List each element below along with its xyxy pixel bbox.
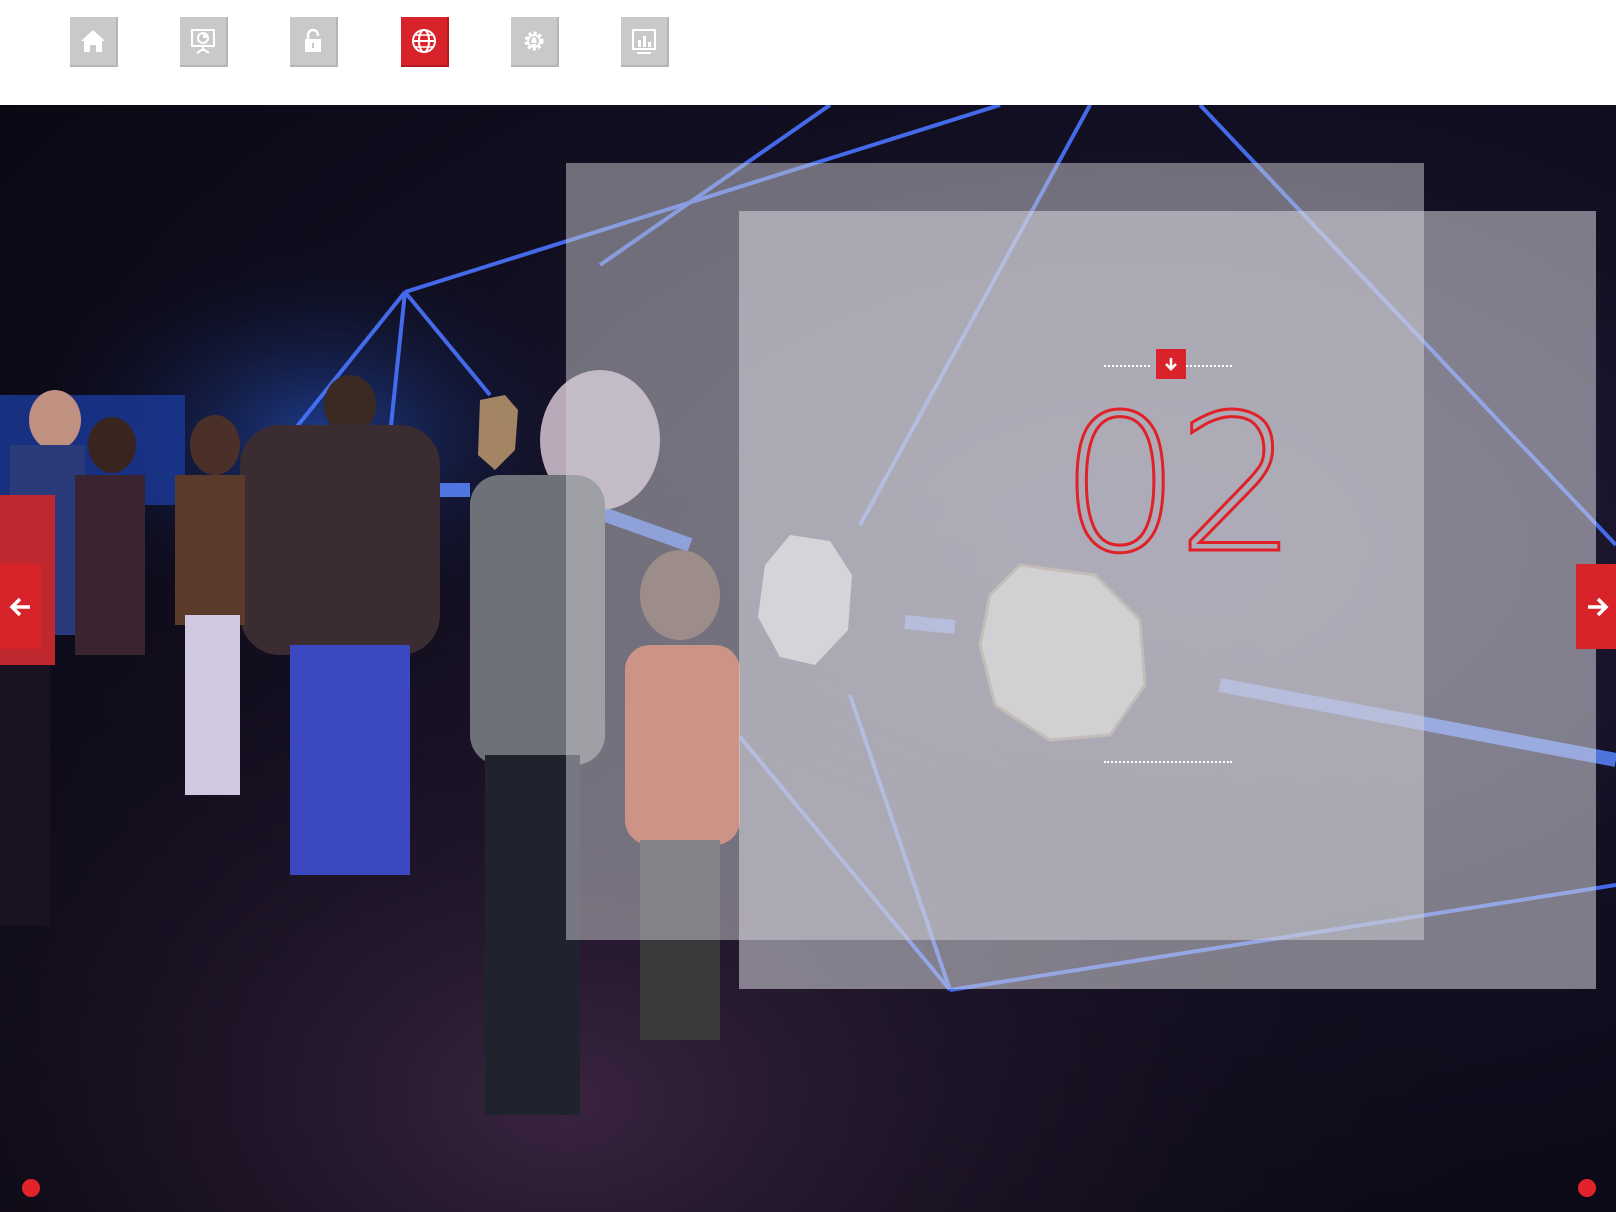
pager-dot-first[interactable] xyxy=(22,1179,40,1197)
globe-icon xyxy=(412,29,436,53)
bar-chart-icon xyxy=(632,29,656,54)
previous-slide-button[interactable] xyxy=(0,564,41,649)
lock-icon xyxy=(305,28,321,52)
top-nav-bar xyxy=(0,0,1616,105)
nav-globe-button[interactable] xyxy=(401,17,449,67)
home-icon xyxy=(81,30,105,52)
dotted-divider-top-left xyxy=(1104,365,1150,367)
app-root: 02 xyxy=(0,0,1616,1212)
slide-number: 02 xyxy=(1059,374,1300,595)
nav-presentation-button[interactable] xyxy=(180,17,228,67)
presentation-board-icon xyxy=(191,29,215,54)
dotted-divider-top-right xyxy=(1186,365,1232,367)
nav-home-button[interactable] xyxy=(70,17,118,67)
arrow-down-icon xyxy=(1165,358,1177,371)
arrow-left-icon xyxy=(9,597,30,616)
nav-stats-button[interactable] xyxy=(621,17,669,67)
next-slide-button[interactable] xyxy=(1576,564,1616,649)
dotted-divider-bottom xyxy=(1104,761,1232,763)
pager-dot-last[interactable] xyxy=(1578,1179,1596,1197)
arrow-right-icon xyxy=(1587,597,1608,616)
nav-lock-button[interactable] xyxy=(290,17,338,67)
overlay-panel-front xyxy=(739,211,1596,989)
gear-bulb-icon xyxy=(524,31,544,51)
nav-settings-button[interactable] xyxy=(511,17,559,67)
